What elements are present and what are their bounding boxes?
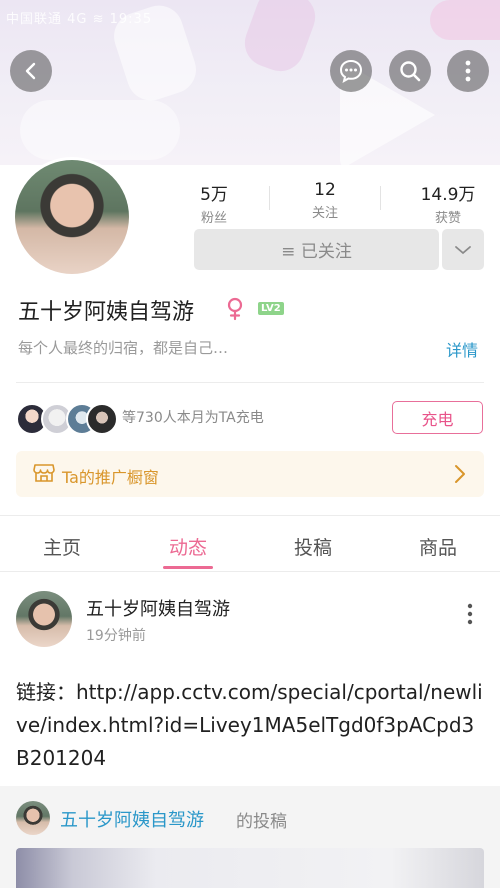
follow-options-button[interactable] <box>442 229 484 270</box>
profile-name: 五十岁阿姨自驾游 <box>18 300 195 325</box>
stat-fans[interactable]: 5万 粉丝 <box>164 180 264 226</box>
search-icon <box>400 61 421 82</box>
profile-signature: 每个人最终的归宿，都是自己… <box>18 339 229 357</box>
status-bar: 中国联通 4G ≋ 19:35 <box>6 12 153 27</box>
stat-likes-value: 14.9万 <box>420 185 476 205</box>
stat-divider <box>269 186 270 210</box>
chevron-right-icon <box>455 465 465 483</box>
charge-summary[interactable]: 等730人本月为TA充电 <box>122 407 264 427</box>
more-button[interactable] <box>447 50 489 92</box>
tab-dynamics[interactable]: 动态 <box>138 533 238 560</box>
stat-likes-label: 获赞 <box>434 211 461 226</box>
stat-following-label: 关注 <box>311 206 338 221</box>
post-more-icon[interactable] <box>466 602 474 626</box>
fan-avatar[interactable] <box>86 403 118 435</box>
stat-fans-value: 5万 <box>200 185 228 205</box>
repost-suffix: 的投稿 <box>236 812 287 832</box>
post-timestamp: 19分钟前 <box>86 628 146 644</box>
chevron-left-icon <box>25 62 36 80</box>
shop-window-label: Ta的推广橱窗 <box>62 468 159 487</box>
stat-likes[interactable]: 14.9万 获赞 <box>398 180 498 226</box>
post-content[interactable]: 链接：http://app.cctv.com/special/cportal/n… <box>16 676 486 775</box>
stat-following[interactable]: 12 关注 <box>275 180 375 221</box>
avatar-image <box>15 160 129 274</box>
stat-following-value: 12 <box>314 180 336 200</box>
repost-author-name[interactable]: 五十岁阿姨自驾游 <box>60 806 204 832</box>
post-author-avatar[interactable] <box>16 591 72 647</box>
stat-fans-label: 粉丝 <box>200 211 227 226</box>
profile-avatar[interactable] <box>12 157 132 277</box>
detail-link[interactable]: 详情 <box>446 337 478 361</box>
tab-home[interactable]: 主页 <box>12 533 112 560</box>
tabbar-border <box>0 515 500 516</box>
chat-bubble-icon <box>339 59 363 83</box>
tabbar-border <box>0 571 500 572</box>
message-button[interactable] <box>330 50 372 92</box>
divider <box>16 382 484 383</box>
more-vertical-icon <box>465 60 471 82</box>
female-icon <box>227 297 243 321</box>
post-author-name[interactable]: 五十岁阿姨自驾游 <box>86 595 230 621</box>
repost-author-avatar[interactable] <box>16 801 50 835</box>
followed-button[interactable]: ≡ 已关注 <box>194 229 439 270</box>
charge-button[interactable]: 充电 <box>392 401 483 434</box>
chevron-down-icon <box>455 245 471 254</box>
tab-products[interactable]: 商品 <box>388 533 488 560</box>
back-button[interactable] <box>10 50 52 92</box>
search-button[interactable] <box>389 50 431 92</box>
repost-thumbnail[interactable] <box>16 848 484 888</box>
level-badge: LV2 <box>258 302 284 315</box>
tab-submissions[interactable]: 投稿 <box>263 533 363 560</box>
active-tab-indicator <box>163 566 213 569</box>
storefront-icon <box>33 464 55 482</box>
stat-divider <box>380 186 381 210</box>
